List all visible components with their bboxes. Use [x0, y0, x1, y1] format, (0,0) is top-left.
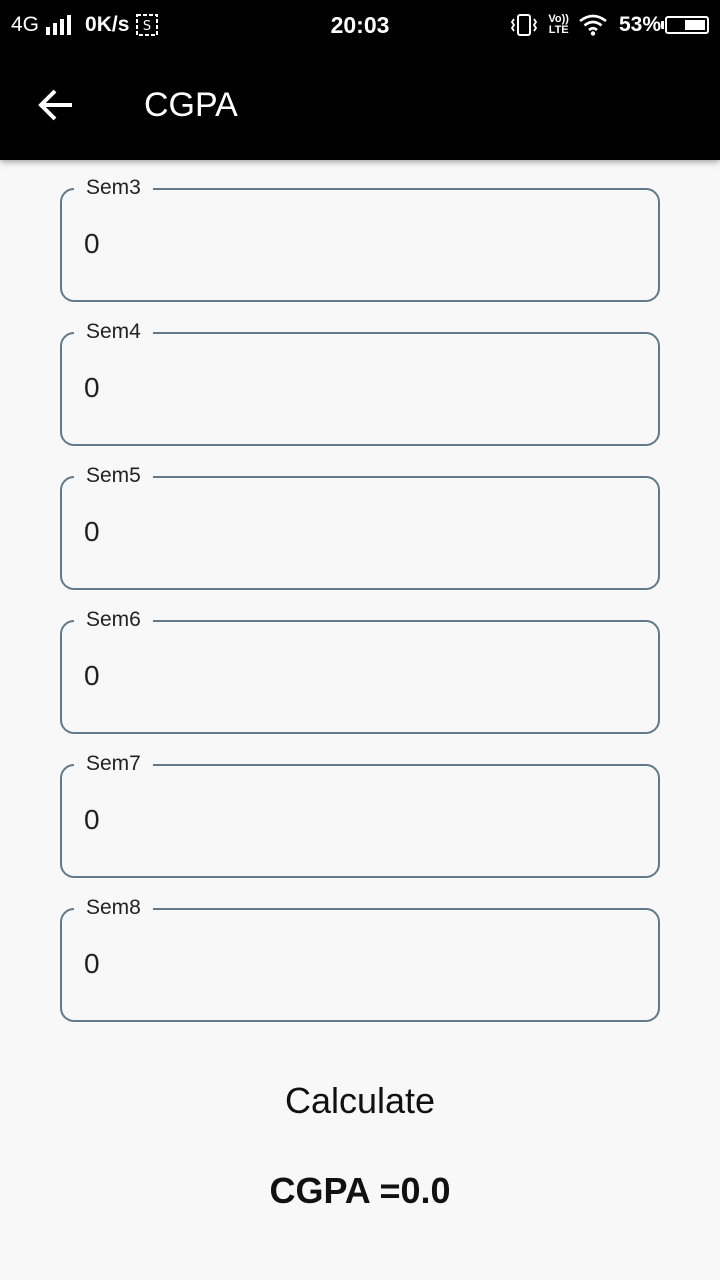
vibrate-icon — [511, 14, 538, 36]
wifi-icon — [579, 14, 607, 36]
field-label: Sem8 — [74, 893, 153, 923]
app-bar: CGPA — [0, 50, 720, 160]
field-label: Sem6 — [74, 605, 153, 635]
field-value: 0 — [84, 804, 100, 835]
field-label: Sem5 — [74, 461, 153, 491]
sem8-field[interactable]: Sem8 0 — [60, 893, 660, 1022]
sem6-field[interactable]: Sem6 0 — [60, 605, 660, 734]
page-title: CGPA — [144, 86, 238, 124]
back-button[interactable] — [26, 75, 86, 135]
field-label: Sem3 — [74, 173, 153, 203]
sem4-field[interactable]: Sem4 0 — [60, 317, 660, 446]
field-label: Sem4 — [74, 317, 153, 347]
field-value: 0 — [84, 372, 100, 403]
field-value: 0 — [84, 948, 100, 979]
sem7-field[interactable]: Sem7 0 — [60, 749, 660, 878]
field-value: 0 — [84, 660, 100, 691]
cgpa-result: CGPA =0.0 — [269, 1170, 451, 1211]
calculate-button[interactable]: Calculate — [230, 1066, 490, 1136]
volte-indicator: Vo)) LTE — [548, 14, 569, 36]
status-bar: 4G 0K/s S 20:03 Vo)) LTE 53% — [0, 0, 720, 50]
battery-percent: 53% — [618, 13, 661, 36]
battery-icon — [661, 16, 709, 34]
arrow-back-icon — [38, 89, 72, 121]
sem5-field[interactable]: Sem5 0 — [60, 461, 660, 590]
field-value: 0 — [84, 516, 100, 547]
volte-bottom: LTE — [548, 24, 569, 36]
field-label: Sem7 — [74, 749, 153, 779]
status-right: Vo)) LTE 53% — [500, 0, 709, 50]
sem3-field[interactable]: Sem3 0 — [60, 173, 660, 302]
field-value: 0 — [84, 228, 100, 259]
